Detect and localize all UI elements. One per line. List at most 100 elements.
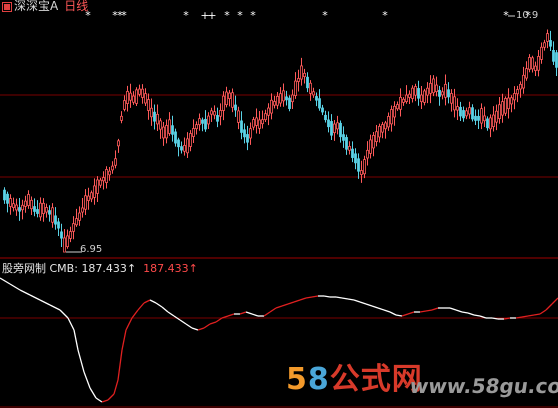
candle-body [168, 119, 171, 134]
indicator-segment [359, 301, 367, 305]
candle-body [354, 153, 357, 164]
candle-body [66, 235, 69, 247]
candle-body [54, 215, 57, 225]
indicator-segment [227, 313, 235, 317]
candle-body [171, 125, 174, 135]
indicator-segment [287, 301, 295, 305]
candle-body [123, 100, 126, 110]
candle-body [459, 106, 462, 117]
candle-body [495, 110, 498, 123]
indicator-segment [365, 303, 373, 307]
candle-body [243, 129, 246, 138]
candle-body [114, 158, 117, 166]
candle-body [273, 101, 276, 106]
candle-body [456, 106, 459, 111]
indicator-segment [191, 327, 199, 331]
indicator-segment [95, 397, 103, 403]
candle-body [357, 158, 360, 172]
candle-body [27, 194, 30, 206]
candle-body [159, 120, 162, 130]
candle-body [372, 135, 375, 149]
indicator-segment [0, 277, 11, 285]
indicator-segment [161, 306, 169, 313]
candle-body [291, 94, 294, 103]
candle-body [369, 139, 372, 154]
candle-body [516, 89, 519, 95]
candle-body [180, 146, 183, 151]
candle-body [186, 138, 189, 154]
indicator-segment [29, 294, 41, 301]
candle-body [471, 107, 474, 120]
candle-body [342, 134, 345, 141]
indicator-segment [545, 303, 553, 311]
signal-star-icon: * [322, 9, 328, 22]
candle-body [39, 202, 42, 218]
indicator-segment [245, 311, 253, 315]
candle-body [327, 119, 330, 128]
indicator-arrow-icon: ↑ [126, 262, 137, 275]
candle-body [12, 203, 15, 208]
candle-body [447, 89, 450, 98]
candle-body [111, 165, 114, 171]
candle-body [378, 125, 381, 138]
candle-body [285, 96, 288, 101]
candle-body [48, 210, 51, 215]
candle-body [69, 231, 72, 239]
candle-body [153, 111, 156, 122]
candle-body [267, 107, 270, 116]
candle-body [450, 93, 453, 104]
indicator-segment [455, 309, 463, 313]
candle-body [474, 115, 477, 121]
candle-body [303, 72, 306, 78]
candle-body [120, 115, 123, 121]
candle-body [312, 91, 315, 96]
indicator-value-red: 187.433 [143, 262, 189, 275]
candle-body [264, 113, 267, 121]
candle-body [417, 88, 420, 99]
indicator-segment [209, 321, 217, 325]
watermark-logo: 58公式网 [286, 362, 423, 397]
candle-body [477, 115, 480, 121]
indicator-segment [167, 311, 175, 317]
candle-body [225, 91, 228, 106]
candle-body [105, 169, 108, 183]
candle-body [399, 96, 402, 110]
indicator-segment [203, 323, 211, 329]
candle-body [15, 204, 18, 211]
indicator-segment [67, 317, 75, 331]
candle-body [183, 145, 186, 152]
indicator-name[interactable]: 股旁网制 [2, 262, 46, 275]
indicator-segment [527, 314, 535, 317]
candle-body [210, 110, 213, 115]
candle-body [135, 89, 138, 104]
candle-body [195, 124, 198, 130]
price-chart: * * ** * ++ * * * * * * * [0, 9, 558, 408]
indicator-segment [551, 297, 558, 305]
candle-body [138, 88, 141, 95]
candle-body [60, 231, 63, 239]
candle-body [513, 93, 516, 101]
candle-body [150, 107, 153, 118]
stock-chart-window: 深深宝A 日线 * * * * * + + * * * * * * * 6.95 10.9 股旁网制 CMB… [0, 0, 558, 408]
indicator-segment [185, 323, 193, 329]
candle-body [402, 98, 405, 103]
candle-body [33, 206, 36, 212]
signal-star-icon: * [183, 9, 189, 22]
candle-body [468, 107, 471, 115]
indicator-segment [389, 311, 397, 316]
candle-body [207, 115, 210, 125]
signal-star-icon: * [250, 9, 256, 22]
candle-body [72, 223, 75, 232]
indicator-segment [431, 307, 439, 311]
candle-body [213, 111, 216, 116]
candle-body [222, 95, 225, 111]
candle-body [297, 78, 300, 82]
candle-body [420, 94, 423, 103]
indicator-segment [59, 309, 69, 319]
indicator-segment [395, 314, 403, 317]
candle-body [462, 110, 465, 119]
candle-body [519, 83, 522, 90]
candle-body [360, 170, 363, 175]
indicator-segment [49, 304, 61, 311]
candle-body [102, 177, 105, 182]
